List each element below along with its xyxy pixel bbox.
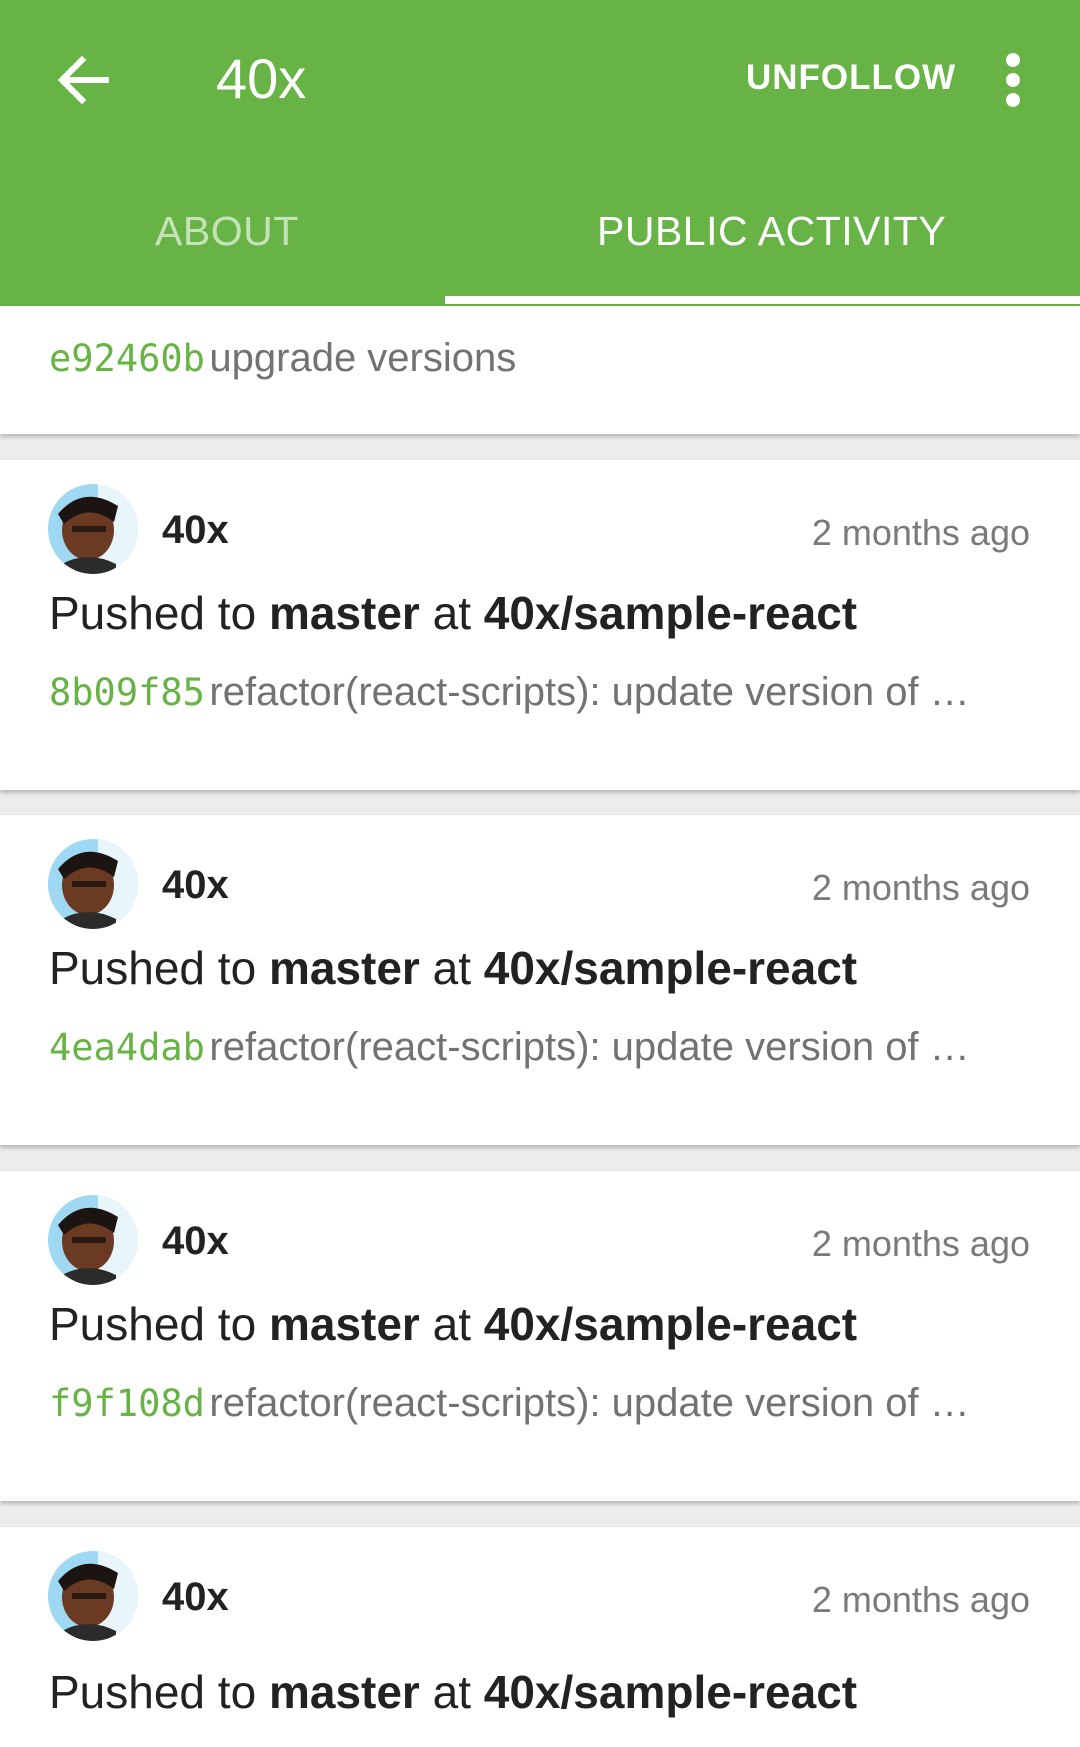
event-description: Pushed to master at 40x/sample-react — [49, 1297, 857, 1351]
avatar[interactable] — [48, 839, 138, 929]
event-action: Pushed to — [49, 942, 257, 994]
activity-card[interactable]: 40x 2 months ago Pushed to master at 40x… — [0, 815, 1080, 1145]
event-action: Pushed to — [49, 1666, 257, 1718]
event-time: 2 months ago — [811, 1223, 1030, 1264]
commit-line[interactable]: e92460b upgrade versions — [49, 336, 516, 381]
commit-message: refactor(react-scripts): update version … — [209, 1025, 970, 1069]
event-connector: at — [432, 1666, 471, 1718]
actor-name[interactable]: 40x — [162, 1575, 229, 1620]
branch-name[interactable]: master — [269, 587, 420, 639]
avatar[interactable] — [48, 1195, 138, 1285]
activity-card[interactable]: e92460b upgrade versions — [0, 306, 1080, 434]
repo-name[interactable]: 40x/sample-react — [484, 942, 857, 994]
actor-name[interactable]: 40x — [162, 1219, 229, 1264]
event-description: Pushed to master at 40x/sample-react — [49, 941, 857, 995]
event-action: Pushed to — [49, 1298, 257, 1350]
commit-message: refactor(react-scripts): update version … — [209, 670, 970, 714]
activity-card[interactable]: 40x 2 months ago Pushed to master at 40x… — [0, 1171, 1080, 1501]
event-time: 2 months ago — [811, 867, 1030, 908]
actor-name[interactable]: 40x — [162, 863, 229, 908]
unfollow-button[interactable]: UNFOLLOW — [746, 58, 956, 98]
actor-name[interactable]: 40x — [162, 508, 229, 553]
activity-card[interactable]: 40x 2 months ago Pushed to master at 40x… — [0, 1527, 1080, 1747]
repo-name[interactable]: 40x/sample-react — [484, 1298, 857, 1350]
commit-message: upgrade versions — [209, 336, 517, 380]
commit-line[interactable]: 4ea4dab refactor(react-scripts): update … — [49, 1025, 970, 1070]
activity-card[interactable]: 40x 2 months ago Pushed to master at 40x… — [0, 460, 1080, 790]
tab-indicator — [445, 296, 1080, 304]
commit-sha[interactable]: f9f108d — [49, 1382, 205, 1425]
arrow-left-icon[interactable] — [52, 48, 116, 112]
commit-message: refactor(react-scripts): update version … — [209, 1381, 970, 1425]
commit-line[interactable]: f9f108d refactor(react-scripts): update … — [49, 1381, 970, 1426]
event-action: Pushed to — [49, 587, 257, 639]
app-bar: 40x UNFOLLOW ABOUT PUBLIC ACTIVITY — [0, 0, 1080, 306]
event-connector: at — [432, 587, 471, 639]
commit-sha[interactable]: 8b09f85 — [49, 671, 205, 714]
event-time: 2 months ago — [811, 512, 1030, 553]
more-vert-icon[interactable] — [995, 52, 1031, 108]
repo-name[interactable]: 40x/sample-react — [484, 1666, 857, 1718]
event-description: Pushed to master at 40x/sample-react — [49, 1665, 857, 1719]
commit-sha[interactable]: 4ea4dab — [49, 1026, 205, 1069]
event-description: Pushed to master at 40x/sample-react — [49, 586, 857, 640]
event-connector: at — [432, 1298, 471, 1350]
commit-sha[interactable]: e92460b — [49, 337, 205, 380]
branch-name[interactable]: master — [269, 1666, 420, 1718]
page-title: 40x — [216, 47, 307, 110]
tab-public-activity[interactable]: PUBLIC ACTIVITY — [597, 208, 946, 255]
branch-name[interactable]: master — [269, 1298, 420, 1350]
repo-name[interactable]: 40x/sample-react — [484, 587, 857, 639]
avatar[interactable] — [48, 484, 138, 574]
avatar[interactable] — [48, 1551, 138, 1641]
tab-about[interactable]: ABOUT — [155, 208, 299, 255]
event-connector: at — [432, 942, 471, 994]
event-time: 2 months ago — [811, 1579, 1030, 1620]
commit-line[interactable]: 8b09f85 refactor(react-scripts): update … — [49, 670, 970, 715]
branch-name[interactable]: master — [269, 942, 420, 994]
